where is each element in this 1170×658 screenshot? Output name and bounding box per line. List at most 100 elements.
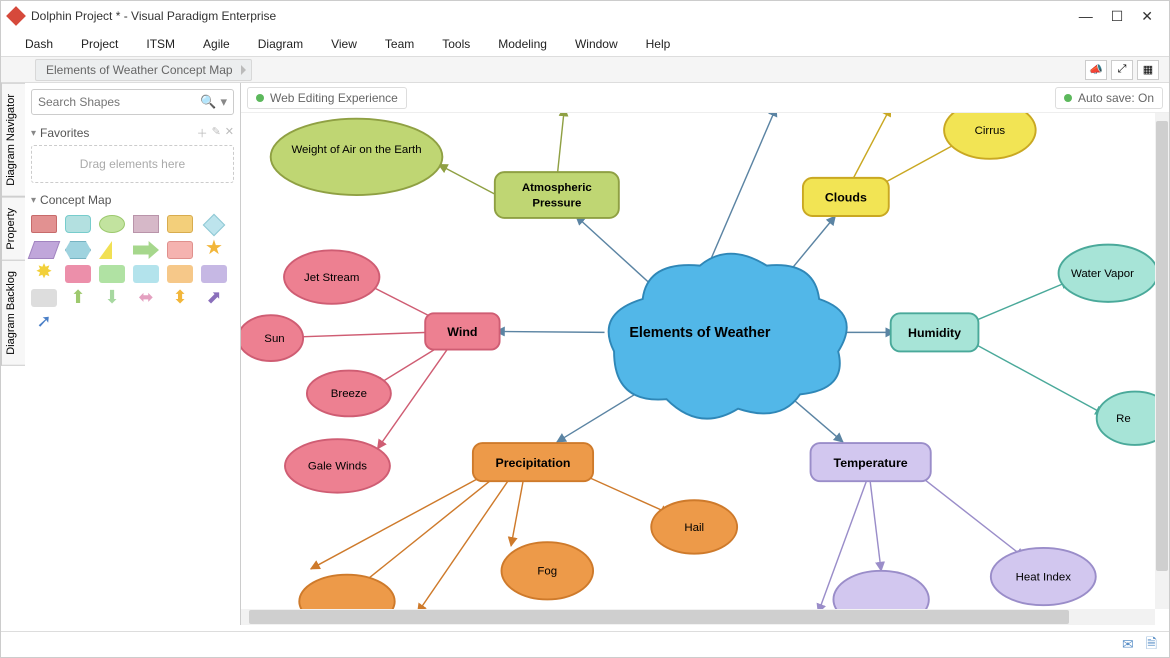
vscroll-thumb[interactable]: [1156, 121, 1168, 571]
menu-bar: Dash Project ITSM Agile Diagram View Tea…: [1, 31, 1169, 57]
node-atmospheric-pressure[interactable]: Atmospheric Pressure: [495, 172, 619, 218]
shape-rounded-rect[interactable]: [65, 215, 91, 233]
menu-tools[interactable]: Tools: [428, 37, 484, 51]
shape-star[interactable]: ★: [201, 241, 227, 259]
node-heat-index[interactable]: Heat Index: [991, 548, 1096, 605]
node-temperature[interactable]: Temperature: [811, 443, 931, 481]
node-temp-extra[interactable]: [833, 571, 928, 609]
vtab-property[interactable]: Property: [1, 197, 25, 261]
shape-arrow-right[interactable]: [133, 241, 159, 259]
search-icon[interactable]: 🔍: [200, 94, 216, 110]
menu-dash[interactable]: Dash: [11, 37, 67, 51]
shape-arrow-lr[interactable]: ⬌: [133, 289, 159, 307]
minimize-button[interactable]: —: [1079, 8, 1093, 25]
search-dropdown-icon[interactable]: ▾: [220, 94, 227, 110]
shape-arrow-diag[interactable]: ⬈: [201, 289, 227, 307]
search-shapes[interactable]: 🔍 ▾: [31, 89, 234, 115]
edit-favorite-icon[interactable]: ✎: [212, 125, 221, 141]
shape-callout-3[interactable]: [133, 265, 159, 283]
node-jet-label: Jet Stream: [304, 272, 359, 284]
vertical-scrollbar[interactable]: [1155, 113, 1169, 609]
shape-callout-4[interactable]: [167, 265, 193, 283]
menu-window[interactable]: Window: [561, 37, 632, 51]
search-input[interactable]: [38, 95, 196, 109]
shape-hexagon[interactable]: [65, 241, 91, 259]
collapse-icon: ▾: [31, 128, 36, 139]
menu-modeling[interactable]: Modeling: [484, 37, 561, 51]
shape-parallelogram[interactable]: [28, 241, 61, 259]
node-breeze[interactable]: Breeze: [307, 371, 391, 417]
node-fog[interactable]: Fog: [502, 542, 594, 599]
hscroll-thumb[interactable]: [249, 610, 1069, 624]
web-editing-chip[interactable]: Web Editing Experience: [247, 87, 407, 109]
shape-rectangle[interactable]: [31, 215, 57, 233]
close-button[interactable]: ✕: [1141, 8, 1153, 25]
shape-burst[interactable]: ✸: [31, 265, 57, 283]
shape-callout-1[interactable]: [65, 265, 91, 283]
node-humidity[interactable]: Humidity: [891, 313, 979, 351]
shape-ellipse[interactable]: [99, 215, 125, 233]
node-water-vapor[interactable]: Water Vapor: [1059, 245, 1155, 302]
favorites-header[interactable]: ▾ Favorites ＋ ✎ ✕: [31, 125, 234, 141]
node-hail[interactable]: Hail: [651, 500, 737, 553]
remove-favorite-icon[interactable]: ✕: [225, 125, 234, 141]
breadcrumb[interactable]: Elements of Weather Concept Map: [35, 59, 252, 81]
svg-text:Atmospheric: Atmospheric: [522, 182, 593, 194]
autosave-chip[interactable]: Auto save: On: [1055, 87, 1163, 109]
node-jet-stream[interactable]: Jet Stream: [284, 250, 379, 303]
node-wind-label: Wind: [447, 325, 477, 339]
menu-diagram[interactable]: Diagram: [244, 37, 317, 51]
web-editing-label: Web Editing Experience: [270, 91, 398, 105]
app-logo-icon: [6, 6, 26, 26]
layout-icon[interactable]: ▦: [1137, 60, 1159, 80]
window-title: Dolphin Project * - Visual Paradigm Ente…: [31, 9, 276, 23]
shape-rounded-2[interactable]: [167, 215, 193, 233]
vertical-tabs: Diagram Navigator Property Diagram Backl…: [1, 83, 25, 366]
shape-callout-6[interactable]: [31, 289, 57, 307]
shape-callout-2[interactable]: [99, 265, 125, 283]
diagram-canvas[interactable]: Elements of Weather Atmospheric Pressure…: [241, 113, 1155, 609]
fit-icon[interactable]: ⤢: [1111, 60, 1133, 80]
vtab-diagram-navigator[interactable]: Diagram Navigator: [1, 83, 25, 197]
vtab-diagram-backlog[interactable]: Diagram Backlog: [1, 260, 25, 366]
menu-view[interactable]: View: [317, 37, 371, 51]
menu-team[interactable]: Team: [371, 37, 428, 51]
horizontal-scrollbar[interactable]: [241, 609, 1155, 625]
shape-arrow-ud[interactable]: ⬍: [167, 289, 193, 307]
shape-square[interactable]: [133, 215, 159, 233]
doc-icon[interactable]: 🗎: [1146, 633, 1157, 657]
announce-icon[interactable]: 📣: [1085, 60, 1107, 80]
shape-palette: ★ ✸ ⬆ ⬇ ⬌ ⬍ ⬈ ➚: [31, 215, 234, 331]
menu-agile[interactable]: Agile: [189, 37, 244, 51]
node-gale-winds[interactable]: Gale Winds: [285, 439, 390, 492]
menu-help[interactable]: Help: [632, 37, 685, 51]
node-sun[interactable]: Sun: [241, 315, 303, 361]
node-cirrus[interactable]: Cirrus: [944, 113, 1036, 159]
node-re-label: Re: [1116, 413, 1131, 425]
shape-callout-5[interactable]: [201, 265, 227, 283]
add-favorite-icon[interactable]: ＋: [197, 125, 208, 141]
svg-text:Pressure: Pressure: [532, 197, 581, 209]
node-re[interactable]: Re: [1097, 392, 1155, 445]
status-dot-icon: [1064, 94, 1072, 102]
menu-project[interactable]: Project: [67, 37, 132, 51]
shape-arrow-down[interactable]: ⬇: [99, 289, 125, 307]
menu-itsm[interactable]: ITSM: [132, 37, 189, 51]
palette-header[interactable]: ▾ Concept Map: [31, 193, 234, 207]
node-wind[interactable]: Wind: [425, 313, 499, 349]
node-humidity-label: Humidity: [908, 326, 961, 340]
node-precip-extra[interactable]: [299, 575, 394, 609]
favorites-dropzone[interactable]: Drag elements here: [31, 145, 234, 183]
collapse-icon: ▾: [31, 195, 36, 206]
mail-icon[interactable]: ✉: [1122, 636, 1134, 653]
node-center-label: Elements of Weather: [629, 325, 771, 341]
node-precipitation[interactable]: Precipitation: [473, 443, 593, 481]
shape-triangle[interactable]: [99, 241, 112, 259]
node-clouds[interactable]: Clouds: [803, 178, 889, 216]
node-weight-of-air[interactable]: Weight of Air on the Earth: [271, 119, 443, 195]
shape-rounded-3[interactable]: [167, 241, 193, 259]
shape-diamond[interactable]: [203, 214, 226, 237]
maximize-button[interactable]: ☐: [1111, 8, 1124, 25]
shape-arrow-ne[interactable]: ➚: [31, 313, 57, 331]
shape-arrow-up[interactable]: ⬆: [65, 289, 91, 307]
